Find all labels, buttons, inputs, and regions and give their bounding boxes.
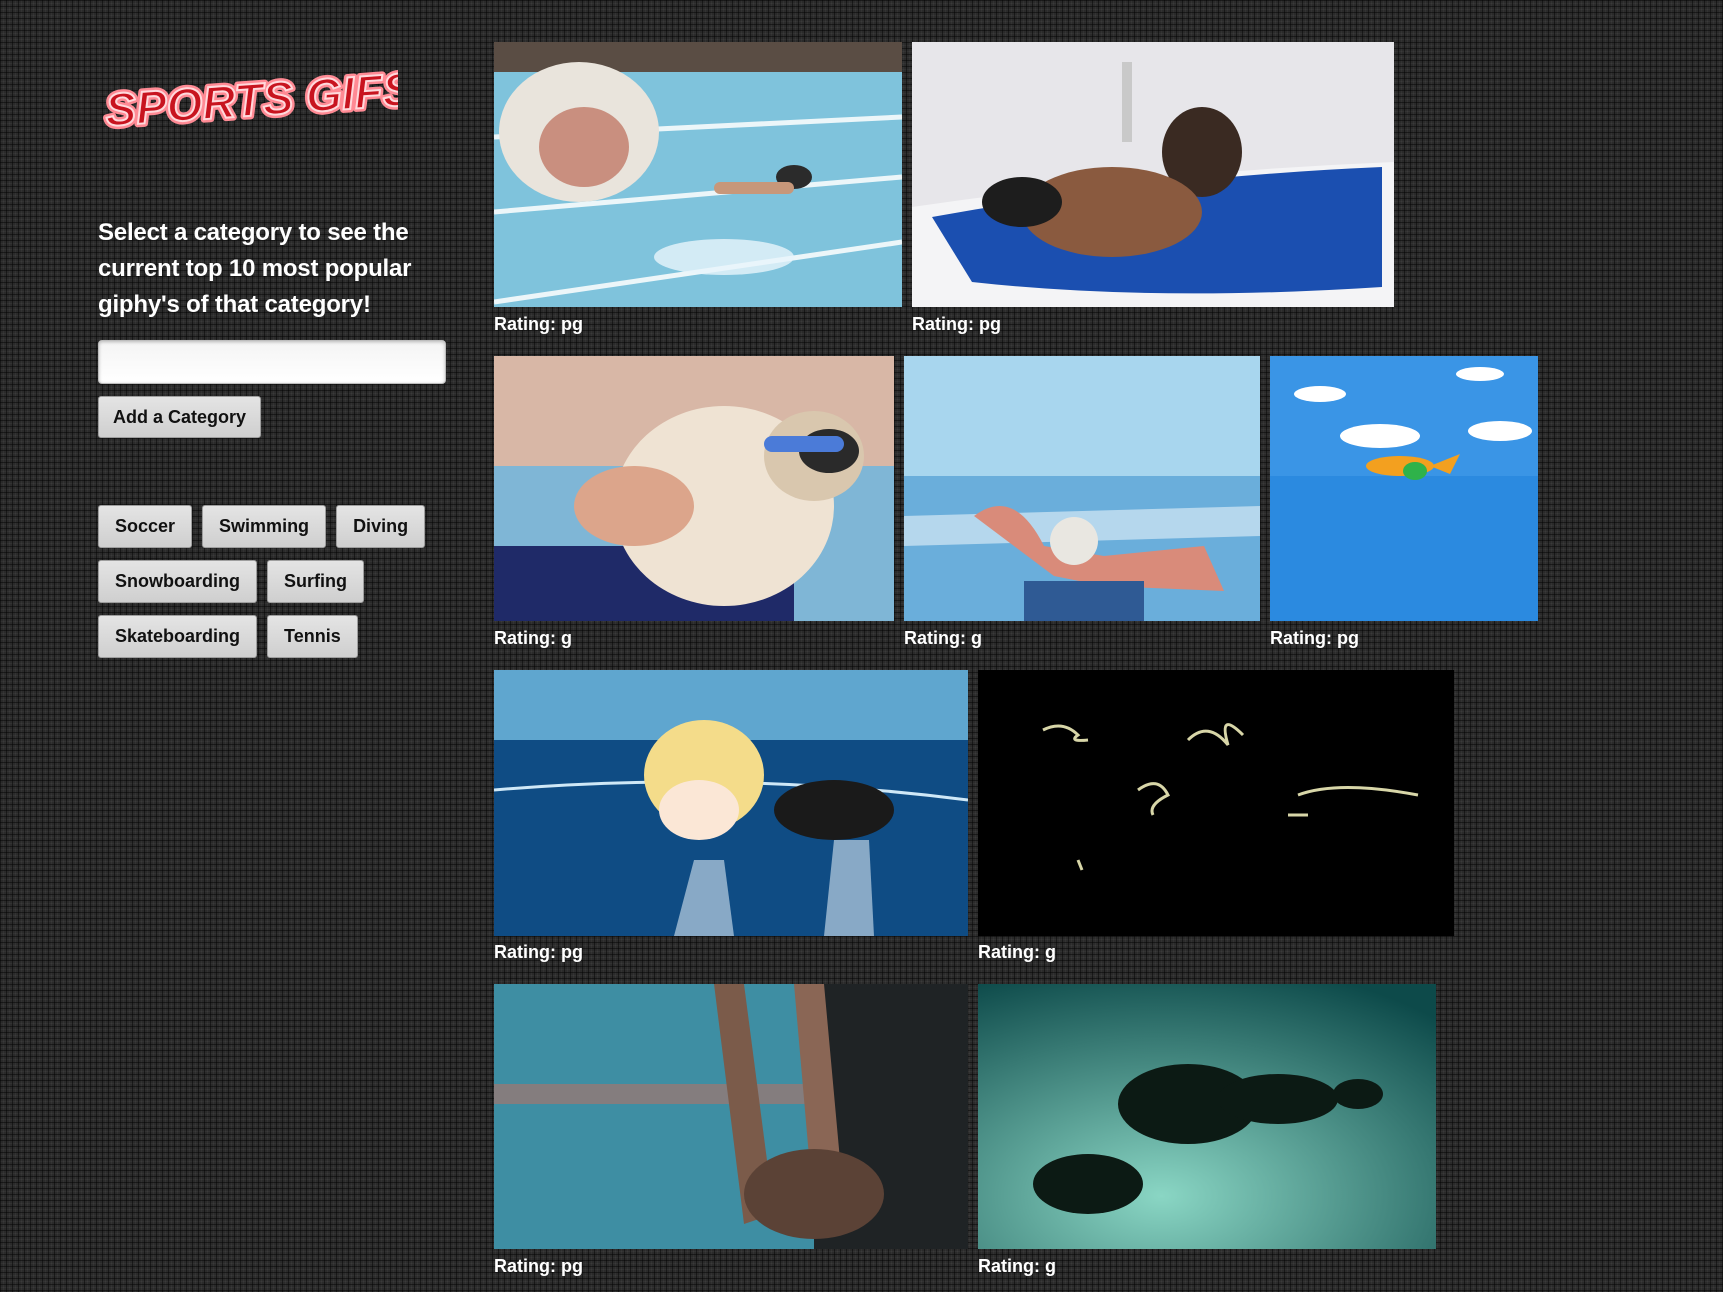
- gif-image[interactable]: [494, 42, 902, 307]
- gif-card: Rating: pg: [494, 670, 968, 970]
- add-category-button[interactable]: Add a Category: [98, 396, 262, 438]
- logo-text: SPORTS GIFS: [104, 63, 398, 130]
- category-button-soccer[interactable]: Soccer: [98, 505, 193, 548]
- intro-text: Select a category to see the current top…: [98, 219, 412, 318]
- category-button-tennis[interactable]: Tennis: [267, 615, 358, 658]
- gif-card: Rating: pg: [1270, 356, 1538, 656]
- gif-image[interactable]: [494, 984, 968, 1249]
- gif-image[interactable]: [912, 42, 1394, 307]
- gif-rating: Rating: g: [494, 628, 572, 648]
- gif-rating: Rating: g: [978, 942, 1056, 962]
- gif-rating: Rating: pg: [494, 314, 583, 334]
- gif-card: Rating: pg: [494, 984, 968, 1284]
- gif-rating: Rating: pg: [1270, 628, 1359, 648]
- gif-card: Rating: g: [494, 356, 894, 656]
- gif-card: Rating: g: [978, 670, 1454, 970]
- gif-rating: Rating: pg: [912, 314, 1001, 334]
- gif-image[interactable]: [494, 670, 968, 936]
- category-row: Soccer Swimming Diving: [98, 505, 426, 548]
- category-button-snowboarding[interactable]: Snowboarding: [98, 560, 257, 603]
- gif-image[interactable]: [1270, 356, 1538, 621]
- sports-gifs-logo: SPORTS GIFS SPORTS GIFS: [100, 59, 398, 130]
- gif-card: Rating: pg: [494, 42, 902, 342]
- gif-image[interactable]: [978, 670, 1454, 936]
- gif-card: Rating: pg: [912, 42, 1394, 342]
- sidebar: SPORTS GIFS SPORTS GIFS Select a categor…: [98, 40, 458, 658]
- gif-rating: Rating: pg: [494, 1256, 583, 1276]
- category-row: Skateboarding Tennis: [98, 615, 358, 658]
- gif-card: Rating: g: [904, 356, 1260, 656]
- category-row: Snowboarding Surfing: [98, 560, 364, 603]
- category-button-diving[interactable]: Diving: [336, 505, 426, 548]
- gif-card: Rating: g: [978, 984, 1436, 1284]
- gif-image[interactable]: [494, 356, 894, 621]
- gif-image[interactable]: [978, 984, 1436, 1249]
- category-button-swimming[interactable]: Swimming: [202, 505, 327, 548]
- category-input[interactable]: [98, 340, 446, 384]
- gif-rating: Rating: g: [904, 628, 982, 648]
- category-button-skateboarding[interactable]: Skateboarding: [98, 615, 258, 658]
- gif-rating: Rating: g: [978, 1256, 1056, 1276]
- gif-image[interactable]: [904, 356, 1260, 621]
- gif-rating: Rating: pg: [494, 942, 583, 962]
- category-button-surfing[interactable]: Surfing: [267, 560, 364, 603]
